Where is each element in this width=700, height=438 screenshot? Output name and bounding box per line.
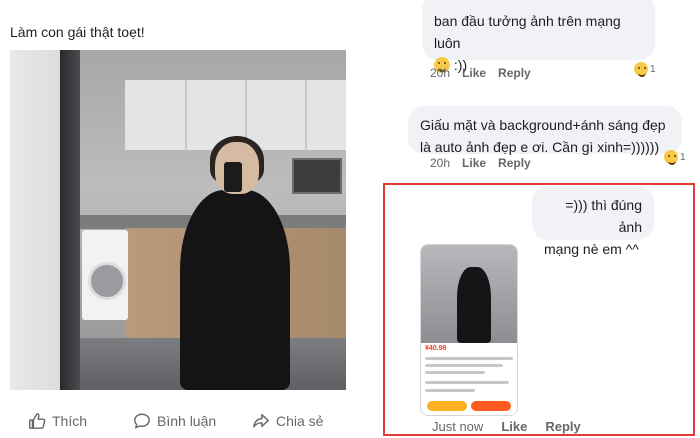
photo-wall xyxy=(10,50,60,390)
share-button[interactable]: Chia sẻ xyxy=(252,412,323,430)
share-label: Chia sẻ xyxy=(276,413,324,429)
comment-label: Bình luận xyxy=(157,413,217,429)
haha-reaction-icon xyxy=(664,150,678,165)
comment-2-meta: 20h Like Reply xyxy=(430,156,531,170)
comment-1-reaction-count: 1 xyxy=(650,63,656,75)
post-actions: Thích Bình luận Chia sẻ xyxy=(0,404,362,438)
thumbs-up-icon xyxy=(29,413,46,429)
comment-1-meta: 20h Like Reply xyxy=(430,66,531,80)
haha-reaction-icon xyxy=(634,62,648,77)
photo-person-body xyxy=(180,190,290,390)
share-arrow-icon xyxy=(253,413,269,428)
comment-2-text-line1: Giấu mặt và background+ánh sáng đẹp xyxy=(420,117,666,133)
comment-1-reactions[interactable]: 1 xyxy=(634,62,656,77)
comment-2-reply-link[interactable]: Reply xyxy=(498,156,531,170)
like-button[interactable]: Thích xyxy=(28,412,87,430)
comment-1-time: 20h xyxy=(430,66,451,80)
comment-button[interactable]: Bình luận xyxy=(133,412,216,430)
comment-1-like-link[interactable]: Like xyxy=(462,66,486,80)
photo-oven xyxy=(292,158,342,194)
comment-bubble-2[interactable]: Giấu mặt và background+ánh sáng đẹp là a… xyxy=(408,106,682,155)
comment-2-reactions[interactable]: 1 xyxy=(664,150,686,165)
comment-1-text-line1: ban đầu tưởng ảnh trên mạng luôn xyxy=(434,13,621,51)
photo-mirror-frame xyxy=(60,50,80,390)
comment-2-like-link[interactable]: Like xyxy=(462,156,486,170)
comment-bubble-1[interactable]: ban đầu tưởng ảnh trên mạng luôn :)) xyxy=(422,0,655,73)
comment-2-time: 20h xyxy=(430,156,451,170)
photo-phone xyxy=(224,162,242,192)
post-photo[interactable] xyxy=(10,50,346,390)
post-card: Làm con gái thật toẹt! Thích Bình luận C… xyxy=(0,0,362,438)
comment-1-reply-link[interactable]: Reply xyxy=(498,66,531,80)
post-caption: Làm con gái thật toẹt! xyxy=(10,24,145,40)
like-label: Thích xyxy=(52,413,88,429)
photo-washer xyxy=(82,230,128,320)
comment-2-reaction-count: 1 xyxy=(680,151,686,163)
highlight-box xyxy=(383,183,695,436)
comment-icon xyxy=(134,413,150,429)
comment-2-text-line2: là auto ảnh đẹp e ơi. Cần gì xinh=)))))) xyxy=(420,139,660,155)
